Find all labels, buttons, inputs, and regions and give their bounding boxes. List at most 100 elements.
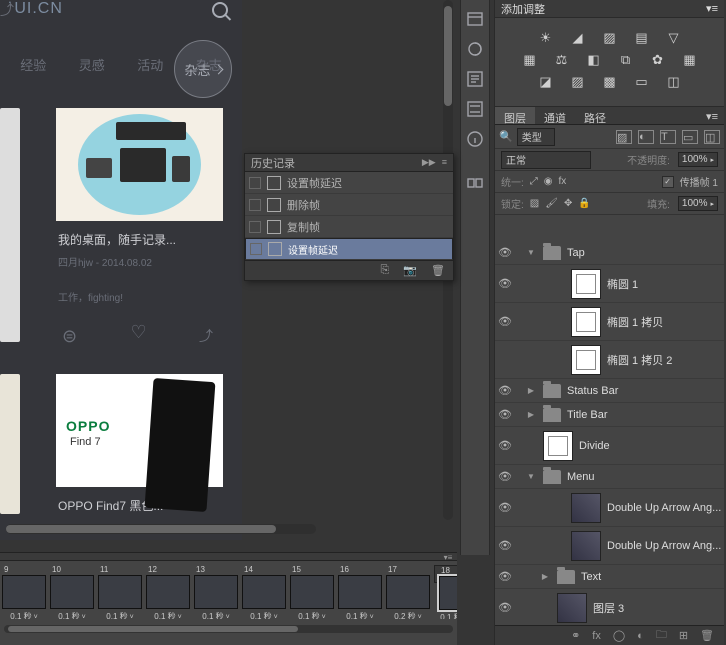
- link-layers-icon[interactable]: ⚭: [571, 629, 580, 642]
- trash-icon[interactable]: 🗑: [700, 629, 714, 642]
- frame-delay[interactable]: 0.1 秒: [439, 612, 457, 619]
- vibrance-icon[interactable]: ▽: [664, 30, 684, 46]
- brightness-icon[interactable]: ☀: [536, 30, 556, 46]
- filter-pixel-icon[interactable]: ▨: [616, 130, 632, 144]
- posterize-icon[interactable]: ▨: [568, 74, 588, 90]
- visibility-toggle-icon[interactable]: 👁: [495, 246, 515, 259]
- timeline-frame[interactable]: 160.1 秒: [338, 565, 382, 619]
- timeline-frame[interactable]: 170.2 秒: [386, 565, 430, 619]
- visibility-toggle-icon[interactable]: 👁: [495, 408, 515, 421]
- panel-menu-icon[interactable]: ▾≡: [700, 107, 724, 124]
- layer-mask-icon[interactable]: ◯: [613, 629, 625, 642]
- lock-all-icon[interactable]: 🔒: [578, 198, 590, 209]
- fill-value[interactable]: 100%: [678, 196, 718, 211]
- unify-visibility-icon[interactable]: ◉: [544, 176, 553, 187]
- layer-group[interactable]: 👁Tap: [495, 241, 724, 265]
- unify-position-icon[interactable]: ⤢: [530, 176, 538, 187]
- history-item[interactable]: 设置帧延迟: [245, 238, 453, 260]
- bw-icon[interactable]: ◧: [584, 52, 604, 68]
- timeline-frame[interactable]: 100.1 秒: [50, 565, 94, 619]
- opacity-value[interactable]: 100%: [678, 152, 718, 167]
- disclosure-triangle-icon[interactable]: [525, 410, 537, 419]
- layer-item[interactable]: 👁椭圆 1 拷贝: [495, 303, 724, 341]
- visibility-toggle-icon[interactable]: 👁: [495, 439, 515, 452]
- character-panel-icon[interactable]: [464, 98, 486, 120]
- frame-delay[interactable]: 0.1 秒: [146, 611, 190, 619]
- horizontal-scrollbar[interactable]: [6, 524, 316, 534]
- layer-fx-icon[interactable]: fx: [592, 630, 601, 642]
- photo-filter-icon[interactable]: ⧉: [616, 52, 636, 68]
- disclosure-triangle-icon[interactable]: [525, 386, 537, 395]
- layer-item[interactable]: 椭圆 1 拷贝 2: [495, 341, 724, 379]
- frame-delay[interactable]: 0.1 秒: [2, 611, 46, 619]
- invert-icon[interactable]: ◪: [536, 74, 556, 90]
- disclosure-triangle-icon[interactable]: [525, 472, 537, 481]
- gradient-map-icon[interactable]: ▭: [632, 74, 652, 90]
- layer-group[interactable]: 👁Title Bar: [495, 403, 724, 427]
- timeline-frame[interactable]: 130.1 秒: [194, 565, 238, 619]
- info-panel-icon[interactable]: [464, 128, 486, 150]
- history-item[interactable]: 复制帧: [245, 216, 453, 238]
- lock-transparency-icon[interactable]: ▨: [530, 198, 539, 209]
- visibility-toggle-icon[interactable]: 👁: [495, 277, 515, 290]
- history-checkbox[interactable]: [249, 199, 261, 211]
- timeline-frame[interactable]: 140.1 秒: [242, 565, 286, 619]
- history-panel-icon[interactable]: [464, 8, 486, 30]
- frame-delay[interactable]: 0.1 秒: [290, 611, 334, 619]
- visibility-toggle-icon[interactable]: 👁: [495, 470, 515, 483]
- filter-search-icon[interactable]: 🔍: [499, 130, 513, 143]
- paragraph-panel-icon[interactable]: [464, 68, 486, 90]
- visibility-toggle-icon[interactable]: 👁: [495, 384, 515, 397]
- visibility-toggle-icon[interactable]: 👁: [495, 601, 515, 614]
- frame-delay[interactable]: 0.1 秒: [98, 611, 142, 619]
- blend-mode-select[interactable]: 正常: [501, 151, 591, 169]
- step-forward-icon[interactable]: ▶▶: [422, 157, 436, 168]
- balance-icon[interactable]: ⚖: [552, 52, 572, 68]
- unify-style-icon[interactable]: fx: [559, 176, 567, 187]
- disclosure-triangle-icon[interactable]: [539, 572, 551, 581]
- channel-mixer-icon[interactable]: ✿: [648, 52, 668, 68]
- disclosure-triangle-icon[interactable]: [525, 248, 537, 257]
- layer-item[interactable]: 👁椭圆 1: [495, 265, 724, 303]
- exposure-icon[interactable]: ▤: [632, 30, 652, 46]
- history-item[interactable]: 删除帧: [245, 194, 453, 216]
- frame-delay[interactable]: 0.1 秒: [50, 611, 94, 619]
- curves-icon[interactable]: ▨: [600, 30, 620, 46]
- panel-menu-icon[interactable]: ≡: [442, 157, 447, 168]
- history-panel-header[interactable]: 历史记录 ▶▶≡: [245, 154, 453, 172]
- filter-type-icon[interactable]: T: [660, 130, 676, 144]
- frame-delay[interactable]: 0.1 秒: [242, 611, 286, 619]
- layer-item[interactable]: 👁Double Up Arrow Ang...: [495, 527, 724, 565]
- layer-group[interactable]: 👁Menu: [495, 465, 724, 489]
- history-checkbox[interactable]: [250, 243, 262, 255]
- visibility-toggle-icon[interactable]: 👁: [495, 570, 515, 583]
- visibility-toggle-icon[interactable]: 👁: [495, 501, 515, 514]
- trash-icon[interactable]: 🗑: [431, 264, 445, 277]
- panel-menu-icon[interactable]: ▾≡: [439, 553, 457, 560]
- timeline-frame[interactable]: 180.1 秒: [434, 565, 457, 583]
- adjustments-header[interactable]: 添加调整▾≡: [495, 0, 724, 18]
- timeline-scrollbar[interactable]: [4, 625, 453, 633]
- create-document-icon[interactable]: ⎘: [381, 264, 390, 277]
- new-adjustment-icon[interactable]: ◐: [637, 630, 644, 642]
- history-checkbox[interactable]: [249, 177, 261, 189]
- frame-delay[interactable]: 0.1 秒: [194, 611, 238, 619]
- swirl-panel-icon[interactable]: [464, 38, 486, 60]
- tab-paths[interactable]: 路径: [575, 107, 615, 124]
- timeline-frame[interactable]: 90.1 秒: [2, 565, 46, 619]
- timeline-frame[interactable]: 150.1 秒: [290, 565, 334, 619]
- layer-item[interactable]: 👁Divide: [495, 427, 724, 465]
- layer-group[interactable]: 👁Status Bar: [495, 379, 724, 403]
- layer-group[interactable]: 👁Text: [495, 565, 724, 589]
- layer-item[interactable]: 👁图层 3: [495, 589, 724, 625]
- tab-channels[interactable]: 通道: [535, 107, 575, 124]
- properties-panel-icon[interactable]: [464, 172, 486, 194]
- levels-icon[interactable]: ◢: [568, 30, 588, 46]
- filter-shape-icon[interactable]: ▭: [682, 130, 698, 144]
- history-checkbox[interactable]: [249, 221, 261, 233]
- selective-color-icon[interactable]: ◫: [664, 74, 684, 90]
- new-layer-icon[interactable]: ⊞: [679, 629, 688, 642]
- snapshot-icon[interactable]: 📷: [403, 264, 417, 277]
- timeline-frame[interactable]: 110.1 秒: [98, 565, 142, 619]
- timeline-frame[interactable]: 120.1 秒: [146, 565, 190, 619]
